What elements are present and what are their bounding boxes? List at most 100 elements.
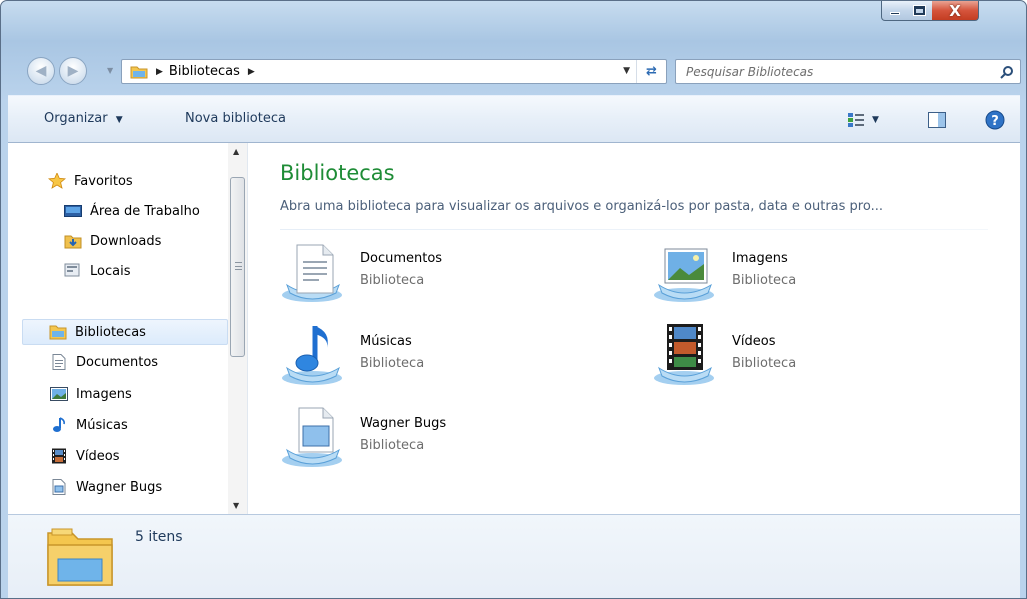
library-type: Biblioteca xyxy=(360,438,425,453)
library-type: Biblioteca xyxy=(732,356,797,371)
refresh-button[interactable]: ⇄ xyxy=(636,60,666,83)
view-dropdown-icon: ▼ xyxy=(872,115,879,125)
command-bar: Organizar ▼ Nova biblioteca ▼ ? xyxy=(8,95,1020,143)
svg-text:?: ? xyxy=(991,114,999,129)
library-tile-wagner-bugs[interactable]: Wagner Bugs Biblioteca xyxy=(279,400,639,472)
organize-label: Organizar xyxy=(44,111,108,126)
search-input[interactable] xyxy=(676,64,994,79)
minimize-icon xyxy=(889,12,900,15)
forward-button[interactable]: ▶ xyxy=(59,57,87,85)
breadcrumb-chevron-icon[interactable]: ▶ xyxy=(248,67,255,77)
tree-area-de-trabalho[interactable]: Área de Trabalho xyxy=(64,199,200,223)
navigation-scrollbar[interactable]: ▲ ▼ xyxy=(228,143,247,514)
library-tile-musicas[interactable]: Músicas Biblioteca xyxy=(279,318,639,390)
address-bar[interactable]: ▶ Bibliotecas ▶ ▼ ⇄ xyxy=(121,59,667,84)
tree-wagner-bugs[interactable]: Wagner Bugs xyxy=(50,475,162,499)
library-name: Wagner Bugs xyxy=(360,416,447,431)
search-icon[interactable] xyxy=(994,60,1020,83)
navigation-bar: ◀ ▶ ▼ ▶ Bibliotecas ▶ ▼ ⇄ xyxy=(1,47,1026,95)
tree-videos[interactable]: Vídeos xyxy=(50,444,119,468)
close-icon: X xyxy=(949,1,961,20)
pictures-icon xyxy=(50,386,68,402)
tree-label: Documentos xyxy=(76,354,159,370)
forward-arrow-icon: ▶ xyxy=(67,63,79,79)
scroll-thumb[interactable] xyxy=(230,177,245,357)
new-library-button[interactable]: Nova biblioteca xyxy=(185,111,286,126)
documents-icon xyxy=(50,354,68,370)
page-title: Bibliotecas xyxy=(280,161,395,185)
tree-imagens[interactable]: Imagens xyxy=(50,382,132,406)
documents-library-icon xyxy=(279,235,351,307)
address-dropdown-icon[interactable]: ▼ xyxy=(623,66,630,76)
library-name: Músicas xyxy=(360,334,412,349)
videos-library-icon xyxy=(651,318,723,390)
content-area: Favoritos Área de Trabalho Downloads Loc… xyxy=(8,143,1020,514)
videos-icon xyxy=(50,448,68,464)
library-name: Documentos xyxy=(360,251,443,266)
tree-label: Bibliotecas xyxy=(75,324,146,340)
library-view: Bibliotecas Abra uma biblioteca para vis… xyxy=(249,143,1020,514)
pictures-library-icon xyxy=(651,235,723,307)
help-button[interactable]: ? xyxy=(984,109,1006,131)
breadcrumb-separator-icon[interactable]: ▶ xyxy=(156,67,163,77)
tree-bibliotecas[interactable]: Bibliotecas xyxy=(22,319,228,345)
scroll-up-icon[interactable]: ▲ xyxy=(233,147,239,156)
libraries-folder-icon xyxy=(44,523,116,589)
organize-dropdown-icon: ▼ xyxy=(115,115,123,125)
details-pane: 5 itens xyxy=(8,514,1020,598)
recent-places-icon xyxy=(64,263,82,279)
library-tile-imagens[interactable]: Imagens Biblioteca xyxy=(651,235,1011,307)
desktop-icon xyxy=(64,203,82,219)
divider xyxy=(280,229,988,230)
navigation-pane: Favoritos Área de Trabalho Downloads Loc… xyxy=(8,143,248,514)
library-name: Imagens xyxy=(732,251,788,266)
library-name: Vídeos xyxy=(732,334,776,349)
tree-label: Vídeos xyxy=(76,448,120,464)
tree-downloads[interactable]: Downloads xyxy=(64,229,161,253)
maximize-icon xyxy=(913,5,926,16)
back-button[interactable]: ◀ xyxy=(27,57,55,85)
tree-musicas[interactable]: Músicas xyxy=(50,413,128,437)
tree-label: Favoritos xyxy=(74,173,133,189)
tree-documentos[interactable]: Documentos xyxy=(50,350,158,374)
close-button[interactable]: X xyxy=(932,1,979,21)
minimize-button[interactable] xyxy=(881,1,908,21)
tree-label: Locais xyxy=(90,263,131,279)
search-box[interactable] xyxy=(675,59,1021,84)
explorer-window: X ◀ ▶ ▼ ▶ Bibliotecas ▶ ▼ ⇄ Pesquisar Bi… xyxy=(0,0,1027,599)
help-icon: ? xyxy=(985,110,1005,130)
library-tile-videos[interactable]: Vídeos Biblioteca xyxy=(651,318,1011,390)
tree-label: Área de Trabalho xyxy=(90,203,200,219)
tree-favoritos[interactable]: Favoritos xyxy=(48,169,133,193)
preview-pane-icon xyxy=(928,112,946,128)
library-type: Biblioteca xyxy=(732,273,797,288)
library-type: Biblioteca xyxy=(360,273,425,288)
recent-pages-dropdown[interactable]: ▼ xyxy=(107,66,113,75)
library-tile-documentos[interactable]: Documentos Biblioteca xyxy=(279,235,639,307)
tree-label: Wagner Bugs xyxy=(76,479,163,495)
tree-label: Downloads xyxy=(90,233,162,249)
tree-label: Músicas xyxy=(76,417,128,433)
scroll-down-icon[interactable]: ▼ xyxy=(233,501,239,510)
item-count: 5 itens xyxy=(135,529,183,545)
preview-pane-button[interactable] xyxy=(926,109,948,131)
maximize-button[interactable] xyxy=(907,1,933,21)
page-description: Abra uma biblioteca para visualizar os a… xyxy=(280,199,883,214)
music-icon xyxy=(50,417,68,433)
custom-library-icon xyxy=(279,400,351,472)
tree-label: Imagens xyxy=(76,386,132,402)
downloads-icon xyxy=(64,233,82,249)
back-arrow-icon: ◀ xyxy=(35,63,47,79)
tree-locais[interactable]: Locais xyxy=(64,259,130,283)
refresh-icon: ⇄ xyxy=(646,64,657,79)
library-type: Biblioteca xyxy=(360,356,425,371)
change-view-button[interactable]: ▼ xyxy=(848,109,898,131)
star-icon xyxy=(48,173,66,189)
breadcrumb-bibliotecas[interactable]: Bibliotecas xyxy=(169,64,240,79)
view-options-icon xyxy=(848,113,864,127)
scroll-grip-icon xyxy=(235,262,242,270)
title-bar[interactable]: X xyxy=(1,1,1026,47)
libraries-folder-icon xyxy=(130,65,148,79)
organize-button[interactable]: Organizar ▼ xyxy=(44,111,123,126)
custom-library-icon xyxy=(50,479,68,495)
